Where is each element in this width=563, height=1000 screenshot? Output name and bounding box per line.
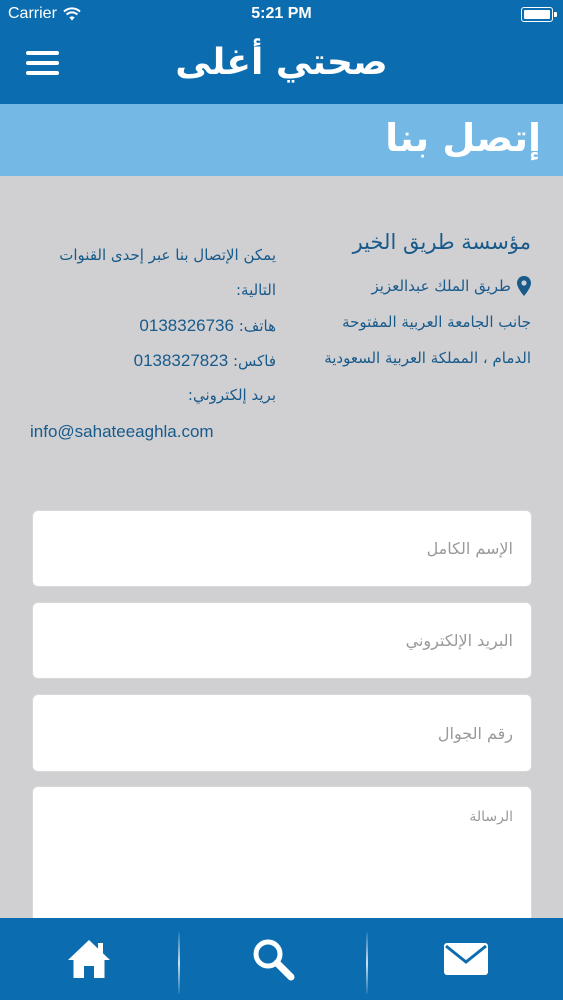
email-field-container <box>32 602 532 679</box>
address-line-1: طريق الملك عبدالعزيز <box>271 268 531 304</box>
map-pin-icon <box>517 276 531 296</box>
full-name-input[interactable] <box>33 511 531 586</box>
channels-intro: يمكن الإتصال بنا عبر إحدى القنوات التالي… <box>59 246 276 299</box>
fax-number: 0138327823 <box>133 351 229 370</box>
message-field-container <box>32 786 532 926</box>
phone-number[interactable]: 0138326736 <box>139 316 234 335</box>
address-line-2: جانب الجامعة العربية المفتوحة <box>342 313 531 331</box>
address-line-1-text: طريق الملك عبدالعزيز <box>371 277 511 295</box>
tab-bar <box>0 918 563 1000</box>
home-icon <box>68 940 110 978</box>
status-bar: Carrier 5:21 PM <box>0 0 563 30</box>
search-icon <box>253 939 295 981</box>
phone-row: هاتف: 0138326736 <box>30 308 276 343</box>
page-title: إتصل بنا <box>385 116 541 160</box>
section-header: إتصل بنا <box>0 104 563 176</box>
tab-contact[interactable] <box>368 918 563 1000</box>
message-textarea[interactable] <box>33 787 531 925</box>
status-time: 5:21 PM <box>251 5 312 22</box>
battery-icon <box>521 7 557 22</box>
contact-channels: يمكن الإتصال بنا عبر إحدى القنوات التالي… <box>30 238 276 451</box>
mobile-input[interactable] <box>33 695 531 771</box>
app-title: صحتي أغلى <box>175 42 388 83</box>
address-line-3: الدمام ، المملكة العربية السعودية <box>324 349 531 367</box>
fax-label: فاكس: <box>232 352 276 370</box>
mail-icon <box>443 943 488 975</box>
organization-info: مؤسسة طريق الخير طريق الملك عبدالعزيز جا… <box>271 230 531 376</box>
mobile-field-container <box>32 694 532 772</box>
fax-row: فاكس: 0138327823 <box>30 343 276 378</box>
phone-label: هاتف: <box>238 317 276 335</box>
email-input[interactable] <box>33 603 531 678</box>
organization-name: مؤسسة طريق الخير <box>352 230 531 254</box>
tab-home[interactable] <box>0 918 178 1000</box>
tab-search[interactable] <box>180 918 366 1000</box>
email-label: بريد إلكتروني: <box>187 386 276 404</box>
nav-bar: صحتي أغلى <box>0 30 563 104</box>
name-field-container <box>32 510 532 587</box>
email-link[interactable]: info@sahateeaghla.com <box>30 413 276 451</box>
